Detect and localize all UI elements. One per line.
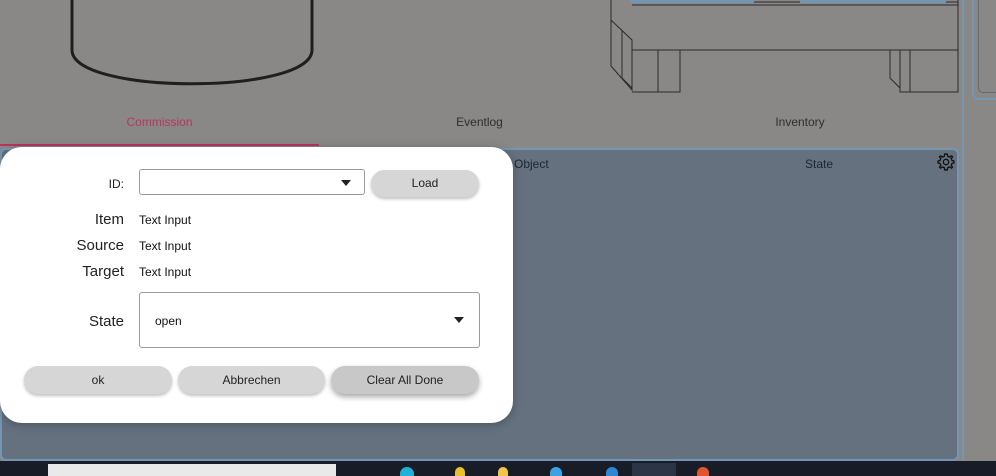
taskbar-app-icon[interactable] bbox=[498, 467, 508, 476]
state-dropdown[interactable]: open bbox=[139, 292, 480, 348]
id-dropdown[interactable] bbox=[139, 169, 365, 195]
tab-inventory[interactable]: Inventory bbox=[640, 112, 960, 146]
taskbar-app-icon[interactable] bbox=[550, 467, 562, 476]
chevron-down-icon bbox=[341, 180, 351, 186]
cylinder-illustration bbox=[70, 0, 314, 86]
taskbar-active-app[interactable] bbox=[632, 463, 676, 476]
load-button[interactable]: Load bbox=[371, 170, 479, 197]
item-label: Item bbox=[94, 211, 124, 228]
commission-dialog: ID: Load Item Text Input Source Text Inp… bbox=[0, 147, 513, 423]
taskbar-app-icon[interactable] bbox=[697, 467, 709, 476]
column-header-state[interactable]: State bbox=[805, 157, 833, 171]
state-label: State bbox=[88, 313, 124, 330]
clear-all-done-button[interactable]: Clear All Done bbox=[331, 366, 479, 394]
source-value[interactable]: Text Input bbox=[139, 239, 191, 253]
state-value: open bbox=[155, 314, 182, 328]
target-value[interactable]: Text Input bbox=[139, 265, 191, 279]
tab-bar: Commission Eventlog Inventory bbox=[0, 112, 962, 146]
taskbar-app-icon[interactable] bbox=[400, 467, 414, 476]
item-value[interactable]: Text Input bbox=[139, 213, 191, 227]
background-illustrations bbox=[70, 0, 959, 93]
taskbar-app-icon[interactable] bbox=[606, 467, 618, 476]
tab-eventlog[interactable]: Eventlog bbox=[319, 112, 640, 146]
cancel-button[interactable]: Abbrechen bbox=[178, 366, 325, 394]
taskbar-search-box[interactable] bbox=[48, 464, 336, 476]
source-label: Source bbox=[76, 237, 124, 254]
furniture-illustration bbox=[610, 0, 959, 93]
id-label: ID: bbox=[108, 177, 124, 191]
gear-icon[interactable] bbox=[936, 152, 956, 172]
target-label: Target bbox=[82, 263, 124, 280]
chevron-down-icon bbox=[454, 317, 464, 323]
ok-button[interactable]: ok bbox=[24, 366, 172, 394]
tab-commission[interactable]: Commission bbox=[0, 112, 319, 146]
right-side-panel-inner[interactable] bbox=[978, 0, 996, 93]
taskbar-app-icon[interactable] bbox=[455, 467, 465, 476]
taskbar bbox=[0, 461, 996, 476]
column-header-object[interactable]: Object bbox=[514, 157, 549, 171]
